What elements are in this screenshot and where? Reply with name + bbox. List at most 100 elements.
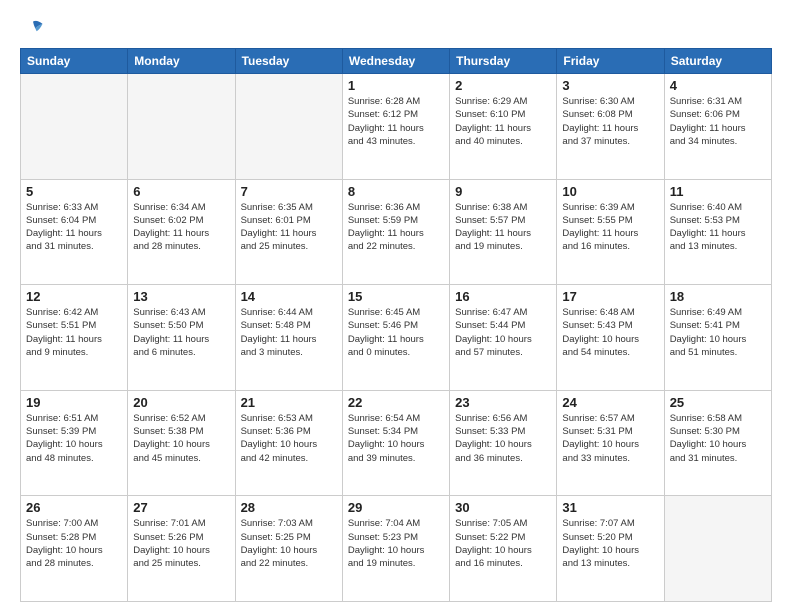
calendar-cell: 11 Sunrise: 6:40 AMSunset: 5:53 PMDayligh… bbox=[664, 179, 771, 285]
calendar-cell: 20 Sunrise: 6:52 AMSunset: 5:38 PMDayligh… bbox=[128, 390, 235, 496]
calendar-week-2: 5 Sunrise: 6:33 AMSunset: 6:04 PMDaylight… bbox=[21, 179, 772, 285]
day-info: Sunrise: 6:48 AMSunset: 5:43 PMDaylight:… bbox=[562, 306, 658, 359]
day-number: 2 bbox=[455, 78, 551, 93]
day-number: 5 bbox=[26, 184, 122, 199]
day-number: 19 bbox=[26, 395, 122, 410]
day-info: Sunrise: 6:40 AMSunset: 5:53 PMDaylight:… bbox=[670, 201, 766, 254]
calendar-cell: 10 Sunrise: 6:39 AMSunset: 5:55 PMDayligh… bbox=[557, 179, 664, 285]
day-number: 24 bbox=[562, 395, 658, 410]
day-info: Sunrise: 7:05 AMSunset: 5:22 PMDaylight:… bbox=[455, 517, 551, 570]
calendar-cell bbox=[235, 74, 342, 180]
calendar-cell: 16 Sunrise: 6:47 AMSunset: 5:44 PMDayligh… bbox=[450, 285, 557, 391]
calendar-cell bbox=[664, 496, 771, 602]
day-info: Sunrise: 6:58 AMSunset: 5:30 PMDaylight:… bbox=[670, 412, 766, 465]
calendar-cell: 18 Sunrise: 6:49 AMSunset: 5:41 PMDayligh… bbox=[664, 285, 771, 391]
day-number: 1 bbox=[348, 78, 444, 93]
day-number: 18 bbox=[670, 289, 766, 304]
day-info: Sunrise: 6:45 AMSunset: 5:46 PMDaylight:… bbox=[348, 306, 444, 359]
weekday-header-monday: Monday bbox=[128, 49, 235, 74]
day-number: 11 bbox=[670, 184, 766, 199]
day-number: 14 bbox=[241, 289, 337, 304]
day-number: 20 bbox=[133, 395, 229, 410]
day-number: 12 bbox=[26, 289, 122, 304]
calendar-cell: 17 Sunrise: 6:48 AMSunset: 5:43 PMDayligh… bbox=[557, 285, 664, 391]
calendar-table: SundayMondayTuesdayWednesdayThursdayFrid… bbox=[20, 48, 772, 602]
day-info: Sunrise: 6:36 AMSunset: 5:59 PMDaylight:… bbox=[348, 201, 444, 254]
calendar-cell: 14 Sunrise: 6:44 AMSunset: 5:48 PMDayligh… bbox=[235, 285, 342, 391]
day-info: Sunrise: 6:43 AMSunset: 5:50 PMDaylight:… bbox=[133, 306, 229, 359]
day-info: Sunrise: 6:31 AMSunset: 6:06 PMDaylight:… bbox=[670, 95, 766, 148]
day-info: Sunrise: 6:39 AMSunset: 5:55 PMDaylight:… bbox=[562, 201, 658, 254]
day-number: 29 bbox=[348, 500, 444, 515]
calendar-cell: 7Sunrise: 6:35 AMSunset: 6:01 PMDaylight… bbox=[235, 179, 342, 285]
calendar-cell: 2 Sunrise: 6:29 AMSunset: 6:10 PMDaylight… bbox=[450, 74, 557, 180]
day-number: 9 bbox=[455, 184, 551, 199]
day-number: 13 bbox=[133, 289, 229, 304]
day-info: Sunrise: 6:47 AMSunset: 5:44 PMDaylight:… bbox=[455, 306, 551, 359]
weekday-header-thursday: Thursday bbox=[450, 49, 557, 74]
calendar-cell: 23 Sunrise: 6:56 AMSunset: 5:33 PMDayligh… bbox=[450, 390, 557, 496]
day-number: 17 bbox=[562, 289, 658, 304]
weekday-header-friday: Friday bbox=[557, 49, 664, 74]
day-info: Sunrise: 7:01 AMSunset: 5:26 PMDaylight:… bbox=[133, 517, 229, 570]
calendar-cell: 6 Sunrise: 6:34 AMSunset: 6:02 PMDaylight… bbox=[128, 179, 235, 285]
calendar-cell: 29 Sunrise: 7:04 AMSunset: 5:23 PMDayligh… bbox=[342, 496, 449, 602]
day-number: 21 bbox=[241, 395, 337, 410]
day-number: 16 bbox=[455, 289, 551, 304]
weekday-header-tuesday: Tuesday bbox=[235, 49, 342, 74]
day-number: 27 bbox=[133, 500, 229, 515]
calendar-week-4: 19 Sunrise: 6:51 AMSunset: 5:39 PMDayligh… bbox=[21, 390, 772, 496]
day-number: 30 bbox=[455, 500, 551, 515]
calendar-cell: 5 Sunrise: 6:33 AMSunset: 6:04 PMDaylight… bbox=[21, 179, 128, 285]
day-info: Sunrise: 6:29 AMSunset: 6:10 PMDaylight:… bbox=[455, 95, 551, 148]
day-info: Sunrise: 7:04 AMSunset: 5:23 PMDaylight:… bbox=[348, 517, 444, 570]
calendar-cell: 9Sunrise: 6:38 AMSunset: 5:57 PMDaylight… bbox=[450, 179, 557, 285]
day-info: Sunrise: 6:34 AMSunset: 6:02 PMDaylight:… bbox=[133, 201, 229, 254]
calendar-cell: 21Sunrise: 6:53 AMSunset: 5:36 PMDayligh… bbox=[235, 390, 342, 496]
calendar-cell: 28Sunrise: 7:03 AMSunset: 5:25 PMDayligh… bbox=[235, 496, 342, 602]
day-info: Sunrise: 6:33 AMSunset: 6:04 PMDaylight:… bbox=[26, 201, 122, 254]
day-number: 8 bbox=[348, 184, 444, 199]
day-info: Sunrise: 7:07 AMSunset: 5:20 PMDaylight:… bbox=[562, 517, 658, 570]
calendar-cell: 26Sunrise: 7:00 AMSunset: 5:28 PMDayligh… bbox=[21, 496, 128, 602]
day-info: Sunrise: 6:49 AMSunset: 5:41 PMDaylight:… bbox=[670, 306, 766, 359]
day-number: 26 bbox=[26, 500, 122, 515]
day-number: 23 bbox=[455, 395, 551, 410]
calendar-cell: 22Sunrise: 6:54 AMSunset: 5:34 PMDayligh… bbox=[342, 390, 449, 496]
day-info: Sunrise: 6:52 AMSunset: 5:38 PMDaylight:… bbox=[133, 412, 229, 465]
day-number: 10 bbox=[562, 184, 658, 199]
day-number: 28 bbox=[241, 500, 337, 515]
day-number: 25 bbox=[670, 395, 766, 410]
calendar-cell: 4 Sunrise: 6:31 AMSunset: 6:06 PMDaylight… bbox=[664, 74, 771, 180]
calendar-cell bbox=[21, 74, 128, 180]
calendar-cell: 31 Sunrise: 7:07 AMSunset: 5:20 PMDayligh… bbox=[557, 496, 664, 602]
day-info: Sunrise: 6:28 AMSunset: 6:12 PMDaylight:… bbox=[348, 95, 444, 148]
weekday-header-row: SundayMondayTuesdayWednesdayThursdayFrid… bbox=[21, 49, 772, 74]
calendar-cell bbox=[128, 74, 235, 180]
calendar-cell: 8 Sunrise: 6:36 AMSunset: 5:59 PMDaylight… bbox=[342, 179, 449, 285]
calendar-cell: 12 Sunrise: 6:42 AMSunset: 5:51 PMDayligh… bbox=[21, 285, 128, 391]
calendar-cell: 25 Sunrise: 6:58 AMSunset: 5:30 PMDayligh… bbox=[664, 390, 771, 496]
calendar-week-5: 26Sunrise: 7:00 AMSunset: 5:28 PMDayligh… bbox=[21, 496, 772, 602]
day-number: 6 bbox=[133, 184, 229, 199]
weekday-header-sunday: Sunday bbox=[21, 49, 128, 74]
day-number: 15 bbox=[348, 289, 444, 304]
day-info: Sunrise: 6:35 AMSunset: 6:01 PMDaylight:… bbox=[241, 201, 337, 254]
calendar-cell: 19 Sunrise: 6:51 AMSunset: 5:39 PMDayligh… bbox=[21, 390, 128, 496]
day-info: Sunrise: 6:44 AMSunset: 5:48 PMDaylight:… bbox=[241, 306, 337, 359]
calendar-week-3: 12 Sunrise: 6:42 AMSunset: 5:51 PMDayligh… bbox=[21, 285, 772, 391]
weekday-header-saturday: Saturday bbox=[664, 49, 771, 74]
day-info: Sunrise: 6:54 AMSunset: 5:34 PMDaylight:… bbox=[348, 412, 444, 465]
day-info: Sunrise: 6:42 AMSunset: 5:51 PMDaylight:… bbox=[26, 306, 122, 359]
day-info: Sunrise: 6:30 AMSunset: 6:08 PMDaylight:… bbox=[562, 95, 658, 148]
day-number: 31 bbox=[562, 500, 658, 515]
day-info: Sunrise: 6:56 AMSunset: 5:33 PMDaylight:… bbox=[455, 412, 551, 465]
day-number: 4 bbox=[670, 78, 766, 93]
calendar-cell: 27 Sunrise: 7:01 AMSunset: 5:26 PMDayligh… bbox=[128, 496, 235, 602]
calendar-cell: 24Sunrise: 6:57 AMSunset: 5:31 PMDayligh… bbox=[557, 390, 664, 496]
page: SundayMondayTuesdayWednesdayThursdayFrid… bbox=[0, 0, 792, 612]
logo bbox=[20, 18, 44, 38]
day-info: Sunrise: 6:51 AMSunset: 5:39 PMDaylight:… bbox=[26, 412, 122, 465]
calendar-cell: 13 Sunrise: 6:43 AMSunset: 5:50 PMDayligh… bbox=[128, 285, 235, 391]
calendar-cell: 3Sunrise: 6:30 AMSunset: 6:08 PMDaylight… bbox=[557, 74, 664, 180]
